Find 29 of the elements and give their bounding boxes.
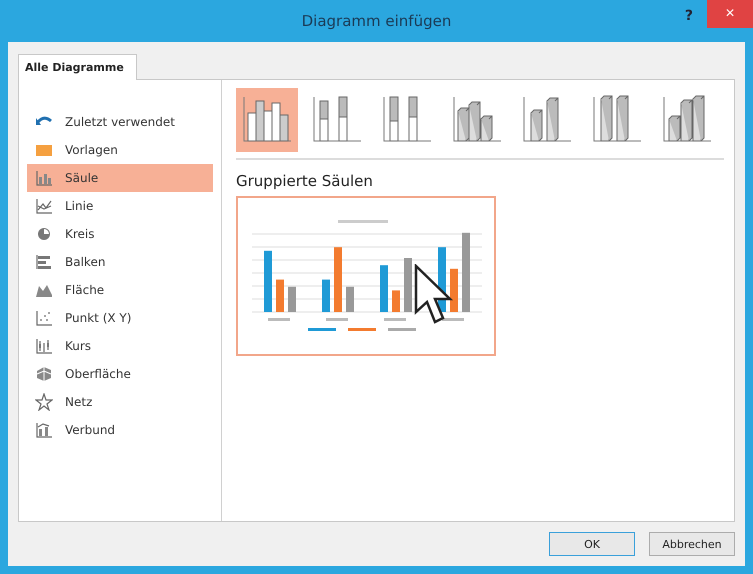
combo-chart-icon (35, 421, 53, 439)
sidebar-item[interactable]: Punkt (X Y) (27, 304, 213, 332)
sidebar-item[interactable]: Verbund (27, 416, 213, 444)
ok-button[interactable]: OK (549, 532, 635, 556)
cancel-button[interactable]: Abbrechen (649, 532, 735, 556)
bar-chart-icon (35, 253, 53, 271)
sidebar-item[interactable]: Zuletzt verwendet (27, 108, 213, 136)
sidebar-item[interactable]: Linie (27, 192, 213, 220)
close-button[interactable]: × (707, 0, 753, 28)
sidebar-item[interactable]: Kreis (27, 220, 213, 248)
star-icon (35, 393, 53, 411)
subtype-title: Gruppierte Säulen (236, 172, 374, 190)
pie-chart-icon (35, 225, 53, 243)
sidebar-item[interactable]: Säule (27, 164, 213, 192)
sidebar-item[interactable]: Netz (27, 388, 213, 416)
sidebar-item[interactable]: Oberfläche (27, 360, 213, 388)
tab[interactable]: Alle Diagramme (18, 54, 137, 80)
column-chart-icon (35, 169, 53, 187)
scatter-chart-icon (35, 309, 53, 327)
chart-type-button[interactable] (236, 88, 298, 152)
stock-chart-icon (35, 337, 53, 355)
sidebar-item[interactable]: Balken (27, 248, 213, 276)
window-title: Diagramm einfügen (302, 12, 452, 30)
help-button[interactable]: ? (684, 8, 693, 24)
sidebar-item[interactable]: Fläche (27, 276, 213, 304)
line-chart-icon (35, 197, 53, 215)
sidebar-item[interactable]: Vorlagen (27, 136, 213, 164)
surface-chart-icon (35, 365, 53, 383)
sidebar-item[interactable]: Kurs (27, 332, 213, 360)
